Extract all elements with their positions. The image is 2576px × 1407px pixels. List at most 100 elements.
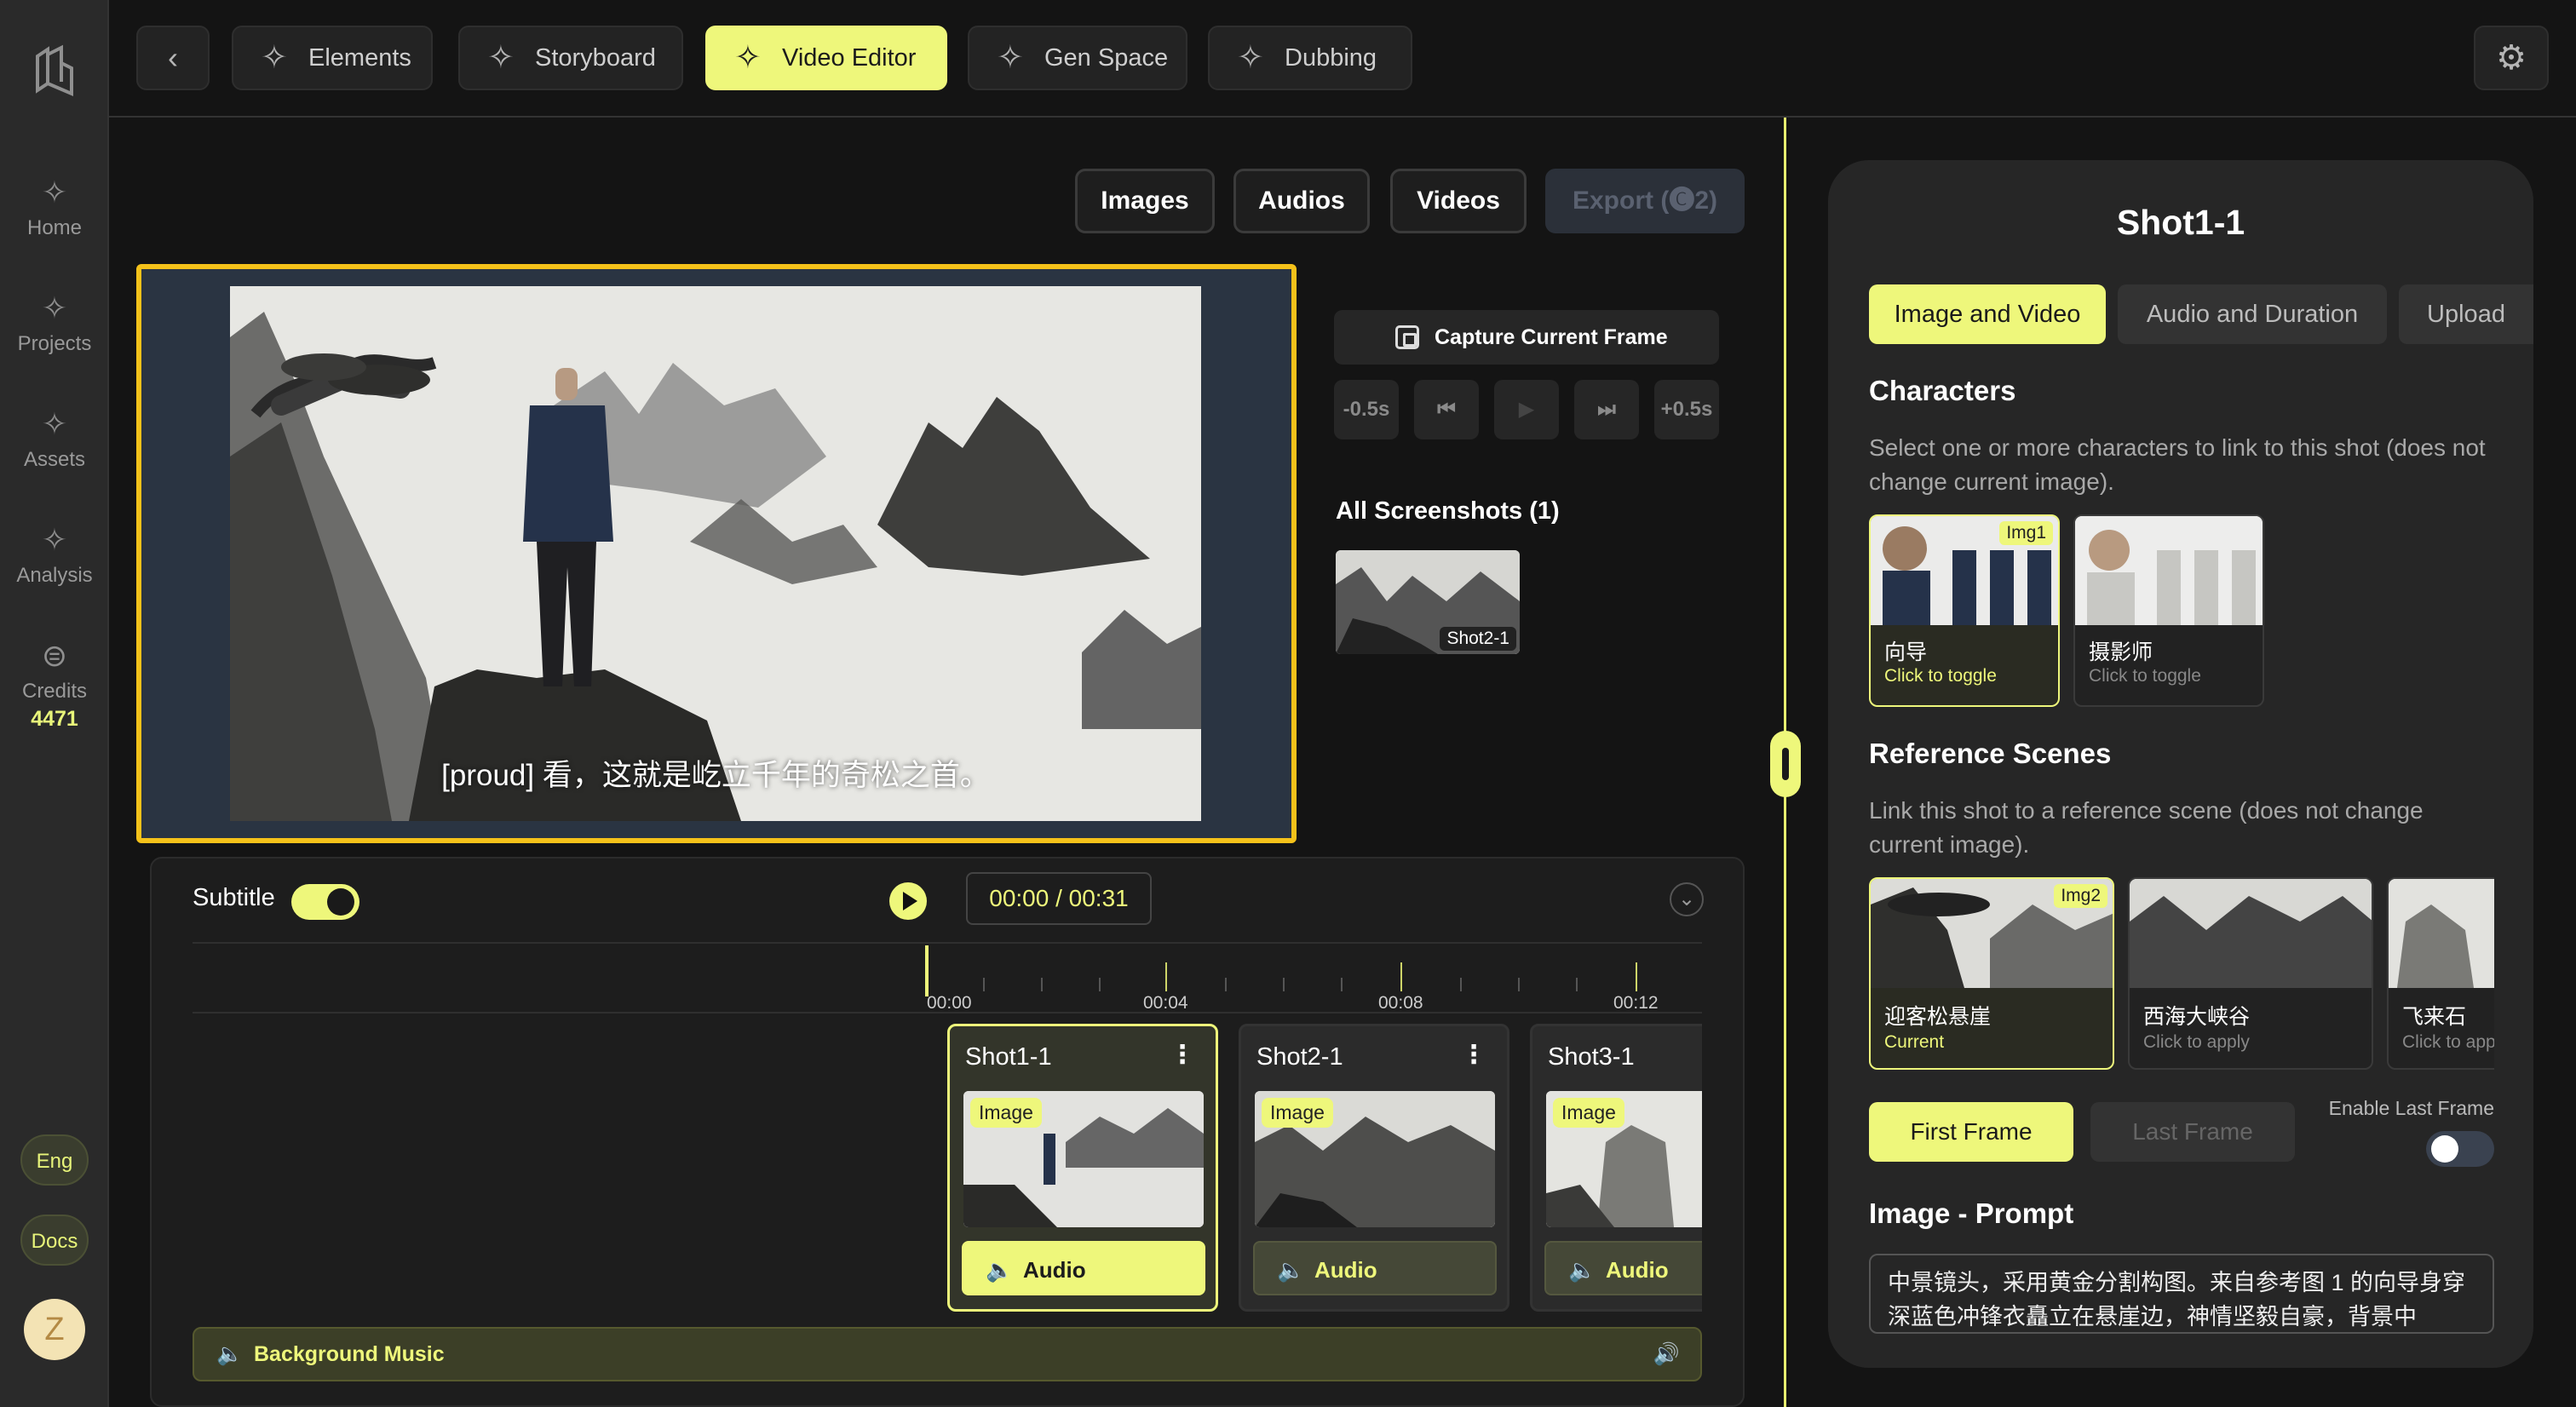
image-reference-tag: Img2 [2054, 884, 2107, 908]
audio-label: Audio [1314, 1257, 1377, 1283]
scene-image [2130, 879, 2372, 988]
tab-label: Storyboard [535, 44, 656, 72]
ruler-label: 00:12 [1613, 993, 1659, 1013]
enable-last-frame-label: Enable Last Frame [2328, 1097, 2494, 1119]
more-options-icon[interactable]: ⋮ [1461, 1040, 1486, 1070]
more-options-icon[interactable]: ⋮ [1170, 1040, 1195, 1070]
shot-card[interactable]: Shot2-1 ⋮ Image 🔈 Audio [1239, 1024, 1509, 1312]
image-tag: Image [970, 1098, 1042, 1128]
speaker-icon: 🔈 [216, 1342, 244, 1366]
tab-gen-space[interactable]: ✧ Gen Space [968, 26, 1187, 90]
tab-video-editor[interactable]: ✧ Video Editor [705, 26, 947, 90]
previous-frame-button[interactable]: ⏮ [1414, 380, 1479, 439]
background-music-track[interactable]: 🔈 Background Music 🔊 [193, 1327, 1702, 1381]
tab-label: Dubbing [1285, 44, 1377, 72]
next-frame-button[interactable]: ⏭ [1574, 380, 1639, 439]
time-ruler[interactable]: 00:00 00:04 00:08 00:12 [193, 942, 1702, 1014]
tab-dubbing[interactable]: ✧ Dubbing [1208, 26, 1412, 90]
speaker-icon: 🔈 [1277, 1257, 1305, 1283]
sparkle-icon: ✧ [487, 40, 515, 76]
sparkle-icon: ✧ [1237, 40, 1264, 76]
shot-image[interactable]: Image [1255, 1091, 1495, 1227]
step-back-half-second-button[interactable]: -0.5s [1334, 380, 1399, 439]
images-button[interactable]: Images [1075, 169, 1215, 233]
play-icon: ▶ [1518, 398, 1535, 421]
sidebar-item-label: Assets [23, 448, 86, 471]
shot-image[interactable]: Image [1546, 1091, 1702, 1227]
sparkle-icon: ✧ [734, 40, 762, 76]
back-button[interactable]: ‹ [136, 26, 210, 90]
enable-last-frame-toggle[interactable] [2426, 1131, 2494, 1167]
ruler-label: 00:04 [1143, 993, 1188, 1013]
playhead[interactable] [925, 945, 929, 996]
sparkle-icon: ✧ [41, 406, 68, 441]
screenshot-thumbnail[interactable]: Shot2-1 [1336, 550, 1520, 654]
subtitle-toggle[interactable] [291, 884, 359, 920]
speaker-icon: 🔈 [986, 1257, 1014, 1283]
sidebar-item-assets[interactable]: ✧ Assets [0, 407, 109, 472]
image-tag: Image [1262, 1098, 1333, 1128]
image-tag: Image [1553, 1098, 1624, 1128]
scene-card[interactable]: Img2 迎客松悬崖 Current [1869, 877, 2114, 1070]
scene-hint: Current [1884, 1032, 1945, 1052]
audio-label: Audio [1606, 1257, 1669, 1283]
app-logo-icon[interactable] [32, 44, 77, 97]
shot-image[interactable]: Image [963, 1091, 1204, 1227]
sidebar-item-projects[interactable]: ✧ Projects [0, 291, 109, 356]
capture-frame-button[interactable]: Capture Current Frame [1334, 310, 1719, 365]
tab-label: Elements [308, 44, 411, 72]
shot-name: Shot1-1 [965, 1043, 1052, 1071]
image-prompt-field[interactable]: 中景镜头，采用黄金分割构图。来自参考图 1 的向导身穿深蓝色冲锋衣矗立在悬崖边，… [1869, 1254, 2494, 1334]
sidebar-item-analysis[interactable]: ✧ Analysis [0, 523, 109, 588]
volume-settings-icon[interactable]: 🔊 [1653, 1329, 1680, 1380]
skip-forward-icon: ⏭ [1597, 398, 1616, 421]
chevron-left-icon: ‹ [168, 40, 178, 75]
sidebar-item-label: Projects [17, 332, 92, 355]
last-frame-button[interactable]: Last Frame [2090, 1102, 2295, 1162]
shot-card[interactable]: Shot1-1 ⋮ Image 🔈 Audio [947, 1024, 1218, 1312]
tab-elements[interactable]: ✧ Elements [232, 26, 433, 90]
sidebar-item-label: Analysis [16, 564, 93, 587]
avatar[interactable]: Z [24, 1299, 85, 1360]
audio-button[interactable]: 🔈 Audio [962, 1241, 1205, 1295]
videos-button[interactable]: Videos [1390, 169, 1527, 233]
docs-button[interactable]: Docs [20, 1215, 89, 1266]
audio-button[interactable]: 🔈 Audio [1544, 1241, 1702, 1295]
sparkle-icon: ✧ [261, 40, 288, 76]
ink-landscape-illustration [230, 286, 1201, 821]
video-editor-app: ✧ Home ✧ Projects ✧ Assets ✧ Analysis ⊜ … [0, 0, 2576, 1407]
sparkle-icon: ✧ [41, 175, 68, 210]
first-frame-button[interactable]: First Frame [1869, 1102, 2073, 1162]
scene-card[interactable]: 西海大峡谷 Click to apply [2128, 877, 2373, 1070]
play-button[interactable] [889, 882, 927, 920]
audios-button[interactable]: Audios [1233, 169, 1370, 233]
sidebar-item-home[interactable]: ✧ Home [0, 175, 109, 240]
scene-art [2389, 879, 2494, 988]
audio-label: Audio [1023, 1257, 1086, 1283]
resize-handle[interactable] [1770, 731, 1801, 797]
tab-label: Video Editor [782, 44, 917, 72]
audio-button[interactable]: 🔈 Audio [1253, 1241, 1497, 1295]
chevron-down-icon[interactable]: ⌄ [1670, 882, 1704, 916]
export-button[interactable]: Export (🅒2) [1545, 169, 1745, 233]
tab-storyboard[interactable]: ✧ Storyboard [458, 26, 683, 90]
shot-card[interactable]: Shot3-1 ⋮ Image 🔈 Audio [1530, 1024, 1702, 1312]
camera-frame-icon [1395, 325, 1419, 349]
sidebar-item-credits[interactable]: ⊜ Credits 4471 [0, 639, 109, 732]
play-frame-button[interactable]: ▶ [1494, 380, 1559, 439]
subtitle-overlay: [proud] 看，这就是屹立千年的奇松之首。 [441, 759, 990, 792]
step-forward-half-second-button[interactable]: +0.5s [1654, 380, 1719, 439]
skip-back-icon: ⏮ [1437, 398, 1456, 421]
settings-button[interactable]: ⚙ [2474, 26, 2549, 90]
time-display: 00:00 / 00:31 [966, 872, 1152, 925]
scene-name: 飞来石 [2402, 1005, 2467, 1029]
top-bar: ‹ ✧ Elements ✧ Storyboard ✧ Video Editor… [109, 0, 2576, 118]
shot-details-panel: Shot1-1 Image and Video Audio and Durati… [1828, 160, 2533, 1368]
language-button[interactable]: Eng [20, 1134, 89, 1186]
scene-list: Img2 迎客松悬崖 Current 西海大峡谷 Click to apply [1828, 160, 2494, 1097]
scene-art [2130, 879, 2372, 988]
ruler-label: 00:00 [927, 993, 972, 1013]
speaker-icon: 🔈 [1568, 1257, 1596, 1283]
video-preview[interactable]: [proud] 看，这就是屹立千年的奇松之首。 [136, 264, 1297, 843]
scene-card[interactable]: 飞来石 Click to apply [2387, 877, 2494, 1070]
